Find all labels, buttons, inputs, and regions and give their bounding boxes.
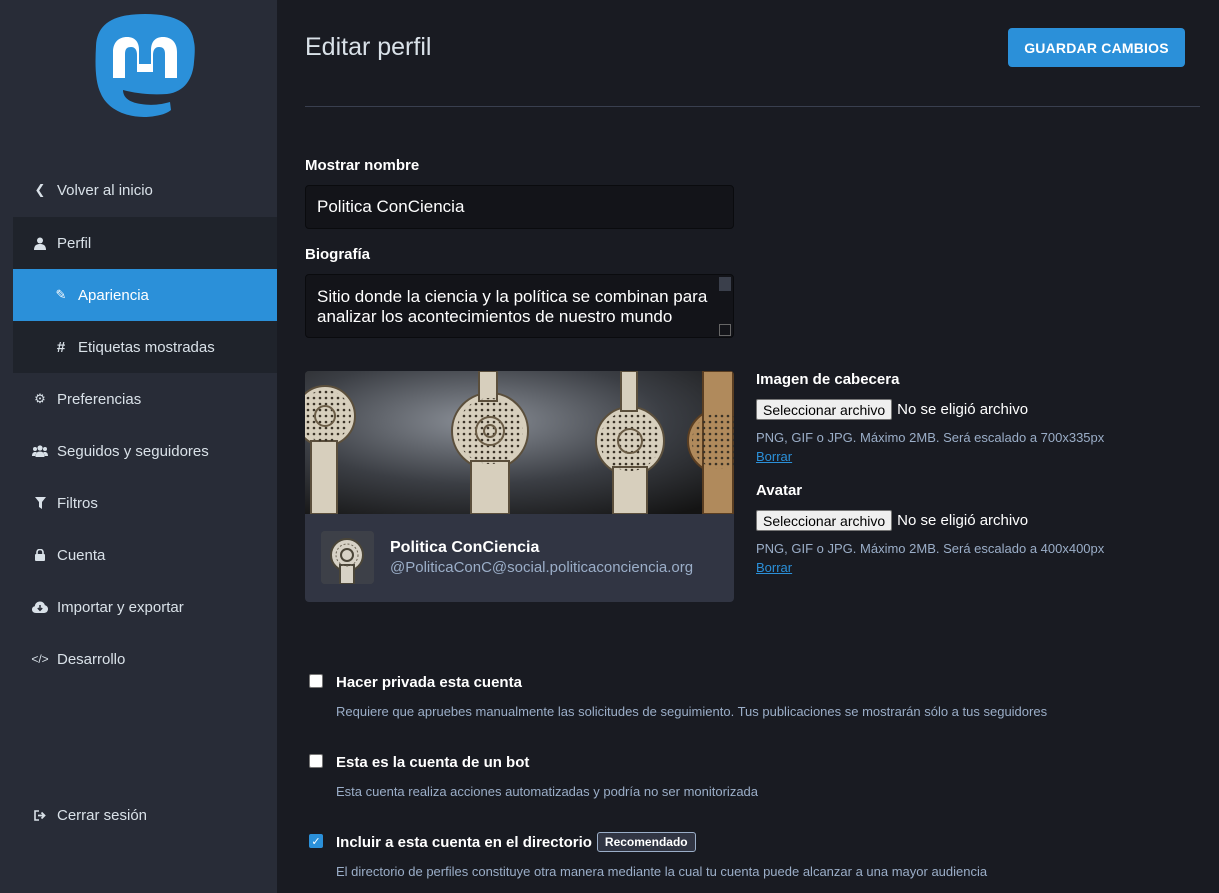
- avatar-hint: PNG, GIF o JPG. Máximo 2MB. Será escalad…: [756, 541, 1105, 556]
- bot-account-checkbox[interactable]: [309, 754, 323, 768]
- sidebar-logout-link[interactable]: Cerrar sesión: [13, 789, 277, 841]
- private-account-label[interactable]: Hacer privada esta cuenta: [336, 674, 522, 691]
- sidebar-item-featured-tags[interactable]: # Etiquetas mostradas: [13, 321, 277, 373]
- chevron-left-icon: ❮: [34, 182, 46, 197]
- bot-account-hint: Esta cuenta realiza acciones automatizad…: [336, 784, 759, 799]
- preview-display-name: Politica ConCiencia: [390, 539, 540, 556]
- recommended-badge: Recomendado: [596, 832, 696, 852]
- sidebar-back-link[interactable]: ❮ Volver al inicio: [13, 164, 277, 216]
- avatar-delete-link[interactable]: Borrar: [756, 560, 792, 575]
- hashtag-icon: #: [56, 338, 66, 356]
- sidebar-item-account[interactable]: Cuenta: [13, 529, 277, 581]
- code-icon: </>: [31, 652, 49, 666]
- avatar-file-input: Seleccionar archivo No se eligió archivo: [756, 510, 1028, 531]
- pencil-icon: ✎: [55, 287, 67, 302]
- sidebar-item-relationships[interactable]: Seguidos y seguidores: [13, 425, 277, 477]
- avatar-label: Avatar: [756, 482, 803, 499]
- display-name-label: Mostrar nombre: [305, 157, 420, 174]
- resize-handle-icon[interactable]: [719, 324, 731, 336]
- bio-label: Biografía: [305, 246, 371, 263]
- bot-account-label[interactable]: Esta es la cuenta de un bot: [336, 754, 529, 771]
- preview-handle: @PoliticaConC@social.politicaconciencia.…: [390, 559, 694, 576]
- directory-hint: El directorio de perfiles constituye otr…: [336, 864, 988, 879]
- users-icon: [32, 443, 48, 459]
- bio-value: Sitio donde la ciencia y la política se …: [317, 287, 708, 326]
- page-title: Editar perfil: [305, 33, 432, 61]
- display-name-input[interactable]: Politica ConCiencia: [305, 185, 734, 229]
- avatar-file-status: No se eligió archivo: [897, 512, 1029, 529]
- directory-checkbox[interactable]: ✓: [309, 834, 323, 848]
- mastodon-logo-icon[interactable]: [93, 12, 197, 122]
- private-account-hint: Requiere que apruebes manualmente las so…: [336, 704, 1048, 719]
- header-image-label: Imagen de cabecera: [756, 371, 900, 388]
- sidebar-item-filters[interactable]: Filtros: [13, 477, 277, 529]
- gear-icon: ⚙: [34, 391, 46, 406]
- display-name-value: Politica ConCiencia: [317, 197, 465, 216]
- filter-icon: [32, 495, 48, 511]
- header-image-preview: [305, 371, 734, 514]
- sidebar-item-preferences[interactable]: ⚙ Preferencias: [13, 373, 277, 425]
- bio-textarea[interactable]: Sitio donde la ciencia y la política se …: [305, 274, 734, 338]
- sidebar: ❮ Volver al inicio Perfil ✎ Apariencia #…: [0, 0, 277, 893]
- header-image-file-status: No se eligió archivo: [897, 401, 1029, 418]
- profile-preview-card: Politica ConCiencia @PoliticaConC@social…: [305, 371, 734, 602]
- private-account-checkbox[interactable]: [309, 674, 323, 688]
- header-divider: [305, 106, 1200, 107]
- checkmark-icon: ✓: [311, 835, 321, 848]
- sidebar-item-profile[interactable]: Perfil: [13, 217, 277, 269]
- lock-icon: [32, 547, 48, 563]
- avatar-select-button[interactable]: Seleccionar archivo: [756, 510, 893, 531]
- user-icon: [32, 235, 48, 251]
- avatar: [321, 531, 374, 584]
- cloud-download-icon: [32, 599, 48, 615]
- header-image-delete-link[interactable]: Borrar: [756, 449, 792, 464]
- sign-out-icon: [32, 807, 48, 823]
- directory-label[interactable]: Incluir a esta cuenta en el directorio R…: [336, 832, 696, 852]
- sidebar-item-appearance[interactable]: ✎ Apariencia: [13, 269, 277, 321]
- save-changes-button[interactable]: GUARDAR CAMBIOS: [1008, 28, 1185, 67]
- header-image-file-input: Seleccionar archivo No se eligió archivo: [756, 399, 1028, 420]
- sidebar-item-development[interactable]: </> Desarrollo: [13, 633, 277, 685]
- header-image-hint: PNG, GIF o JPG. Máximo 2MB. Será escalad…: [756, 430, 1105, 445]
- sidebar-item-import-export[interactable]: Importar y exportar: [13, 581, 277, 633]
- bio-scrollbar[interactable]: [719, 277, 731, 291]
- directory-label-text: Incluir a esta cuenta en el directorio: [336, 833, 592, 851]
- header-image-select-button[interactable]: Seleccionar archivo: [756, 399, 893, 420]
